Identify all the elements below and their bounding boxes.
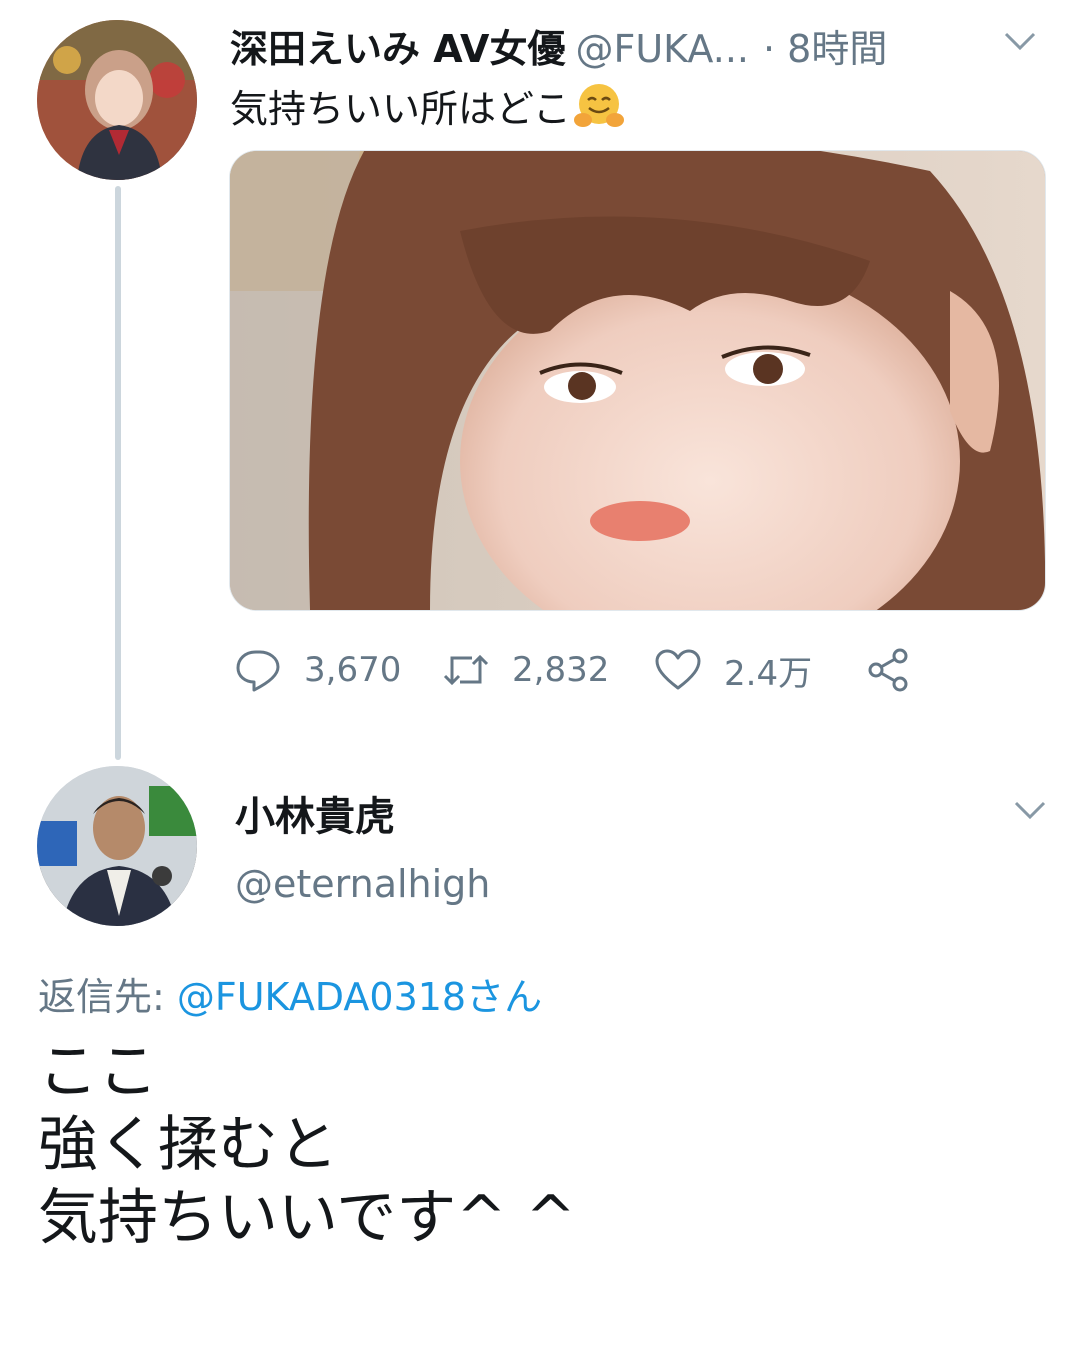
like-button[interactable]: 2.4万 bbox=[654, 640, 812, 700]
reply-author-handle[interactable]: @eternalhigh bbox=[235, 862, 490, 906]
author-handle[interactable]: @FUKA... bbox=[575, 27, 749, 71]
tweet-photo bbox=[230, 151, 1045, 610]
share-icon bbox=[868, 648, 908, 692]
reply-text-line: 強く揉むと bbox=[38, 1110, 338, 1180]
reply-to: 返信先: @FUKADA0318さん bbox=[38, 966, 542, 1021]
avatar[interactable] bbox=[37, 20, 197, 180]
author-name[interactable]: 深田えいみ AV女優 bbox=[230, 27, 565, 71]
reply-count: 3,670 bbox=[304, 650, 402, 690]
tweet-header: 深田えいみ AV女優 @FUKA... · 8時間 bbox=[230, 18, 1050, 74]
tweet-text: 気持ちいい所はどこ bbox=[230, 78, 625, 133]
reply-text: ここ 強く揉むと 気持ちいいです^ ^ bbox=[38, 1036, 576, 1255]
heart-icon bbox=[655, 649, 701, 690]
reply-text-line: ここ bbox=[38, 1037, 158, 1107]
timestamp[interactable]: · 8時間 bbox=[763, 27, 887, 71]
reply-avatar-image bbox=[37, 766, 197, 926]
chevron-down-icon[interactable] bbox=[1000, 26, 1040, 56]
reply-avatar[interactable] bbox=[37, 766, 197, 926]
share-button[interactable] bbox=[864, 640, 912, 700]
reply-to-label: 返信先: bbox=[38, 975, 177, 1019]
reply-author-name[interactable]: 小林貴虎 bbox=[235, 784, 395, 842]
reply-icon bbox=[236, 650, 280, 692]
tweet-actions: 3,670 2,832 2.4万 bbox=[234, 640, 1054, 700]
reply-button[interactable]: 3,670 bbox=[234, 640, 401, 700]
reply-to-link[interactable]: @FUKADA0318さん bbox=[177, 975, 542, 1019]
tweet-media[interactable] bbox=[229, 150, 1046, 611]
chevron-down-icon[interactable] bbox=[1010, 795, 1050, 825]
retweet-count: 2,832 bbox=[512, 650, 610, 690]
thread-line bbox=[115, 186, 121, 760]
hugging-face-emoji bbox=[573, 84, 624, 127]
retweet-button[interactable]: 2,832 bbox=[442, 640, 609, 700]
tweet-text-content: 気持ちいい所はどこ bbox=[230, 87, 571, 131]
retweet-icon bbox=[443, 654, 489, 686]
avatar-image bbox=[37, 20, 197, 180]
like-count: 2.4万 bbox=[724, 653, 813, 694]
reply-text-line: 気持ちいいです^ ^ bbox=[38, 1183, 576, 1253]
